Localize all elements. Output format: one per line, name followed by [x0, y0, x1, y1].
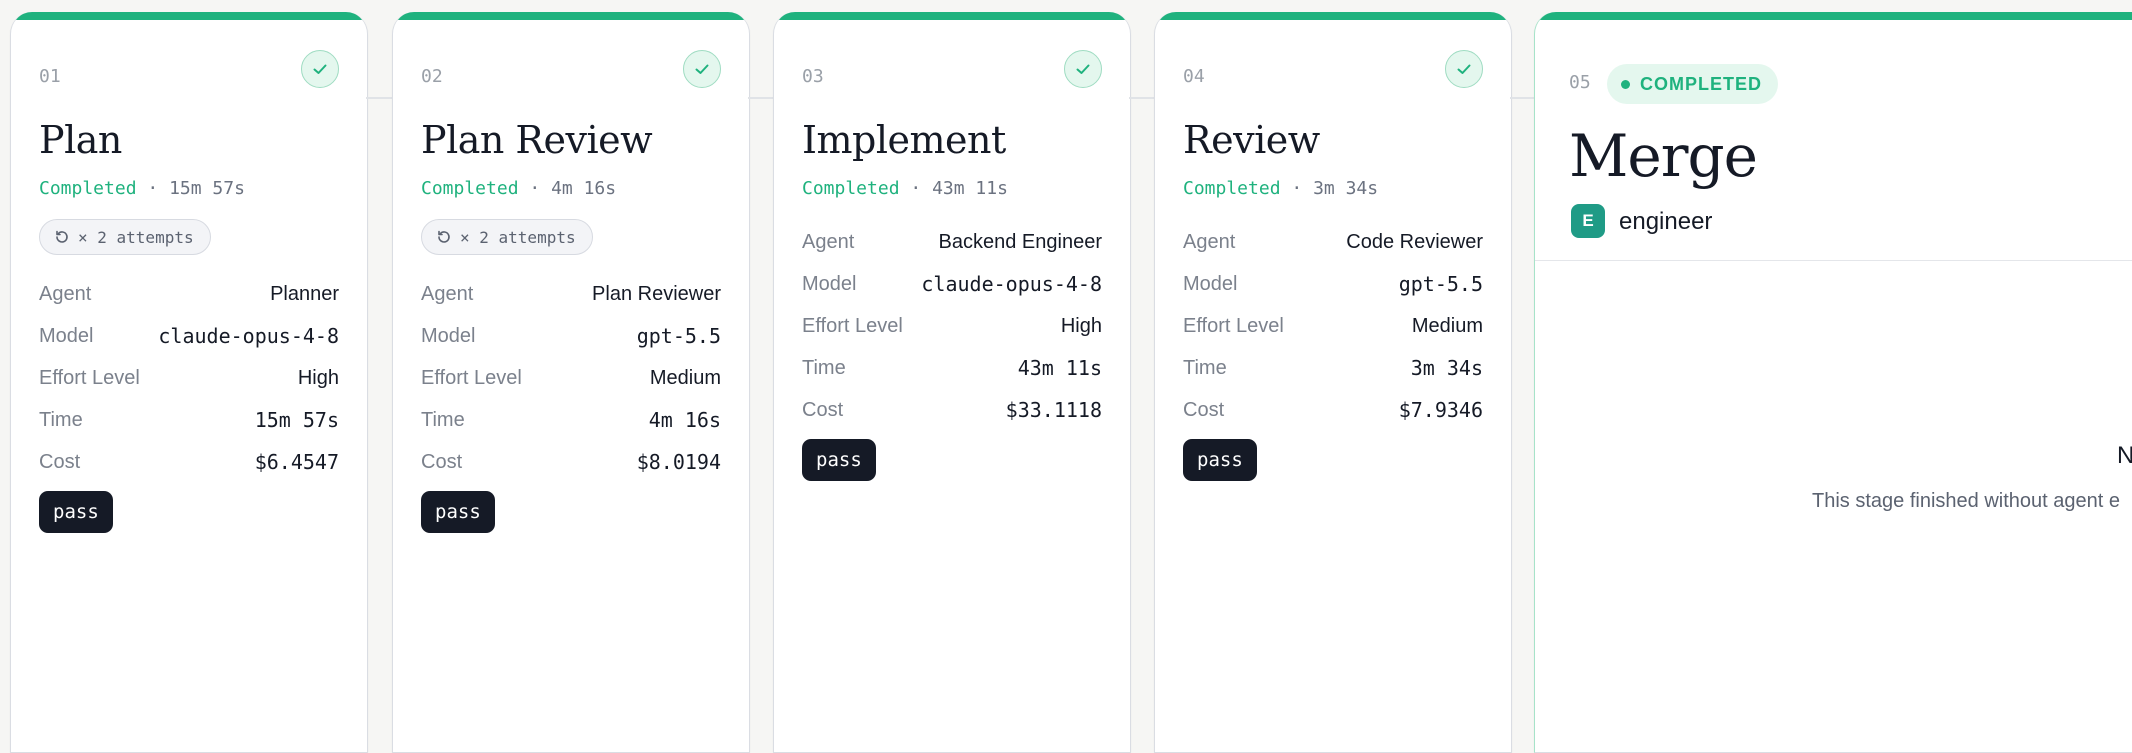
verdict-badge: pass [39, 491, 113, 533]
verdict-badge: pass [1183, 439, 1257, 481]
agent-row: Agent Planner [39, 282, 339, 305]
agent-row: Agent Backend Engineer [802, 230, 1102, 253]
effort-row: Effort Level High [802, 314, 1102, 337]
stage-connector [748, 97, 774, 99]
check-icon [1064, 50, 1102, 88]
attempts-label: × 2 attempts [78, 227, 194, 247]
retry-icon [56, 230, 68, 243]
time-row: Time 4m 16s [421, 408, 721, 432]
check-icon [683, 50, 721, 88]
time-row: Time 43m 11s [802, 356, 1102, 380]
cost-row: Cost $7.9346 [1183, 398, 1483, 422]
stage-number: 04 [1183, 66, 1205, 87]
model-row: Model claude-opus-4-8 [39, 324, 339, 348]
time-row: Time 15m 57s [39, 408, 339, 432]
stage-status: Completed · 43m 11s [802, 178, 1008, 199]
effort-row: Effort Level Medium [421, 366, 721, 389]
model-row: Model gpt-5.5 [421, 324, 721, 348]
retry-icon [438, 230, 450, 243]
stage-card-implement[interactable]: 03 Implement Completed · 43m 11s Agent Ba… [773, 12, 1131, 753]
attempts-badge[interactable]: × 2 attempts [39, 219, 211, 255]
attempts-label: × 2 attempts [460, 227, 576, 247]
status-badge: COMPLETED [1607, 64, 1779, 104]
empty-state-description: This stage finished without agent e [1812, 490, 2120, 512]
stage-details: Agent Plan Reviewer Model gpt-5.5 Effort L… [421, 273, 721, 533]
stage-details: Agent Planner Model claude-opus-4-8 Effort… [39, 273, 339, 533]
cost-row: Cost $8.0194 [421, 450, 721, 474]
stage-status: Completed · 15m 57s [39, 178, 245, 199]
stage-details: Agent Code Reviewer Model gpt-5.5 Effort L… [1183, 221, 1483, 481]
cost-row: Cost $6.4547 [39, 450, 339, 474]
stage-status: Completed · 3m 34s [1183, 178, 1379, 199]
stage-card-review[interactable]: 04 Review Completed · 3m 34s Agent Code R… [1154, 12, 1512, 753]
stage-title: Merge [1569, 122, 1758, 190]
stage-details: Agent Backend Engineer Model claude-opus-4… [802, 221, 1102, 481]
stage-number: 05 [1569, 72, 1591, 93]
cost-row: Cost $33.1118 [802, 398, 1102, 422]
check-icon [1445, 50, 1483, 88]
stage-number: 02 [421, 66, 443, 87]
effort-row: Effort Level High [39, 366, 339, 389]
stage-number: 01 [39, 66, 61, 87]
stage-card-merge[interactable]: 05 COMPLETED Merge E engineer N This sta… [1534, 12, 2132, 753]
stage-card-plan[interactable]: 01 Plan Completed · 15m 57s × 2 attempts… [10, 12, 368, 753]
stage-title: Implement [802, 118, 1006, 162]
agent-row: Agent Code Reviewer [1183, 230, 1483, 253]
stage-number: 03 [802, 66, 824, 87]
agent-row: Agent Plan Reviewer [421, 282, 721, 305]
stage-connector [1129, 97, 1155, 99]
avatar: E [1571, 204, 1605, 238]
stage-title: Review [1183, 118, 1320, 162]
stage-status: Completed · 4m 16s [421, 178, 617, 199]
agent-role: engineer [1619, 208, 1713, 235]
check-icon [301, 50, 339, 88]
stage-connector [366, 97, 392, 99]
stage-title: Plan [39, 118, 122, 162]
verdict-badge: pass [802, 439, 876, 481]
verdict-badge: pass [421, 491, 495, 533]
status-dot-icon [1621, 79, 1630, 89]
divider [1535, 260, 2132, 261]
model-row: Model claude-opus-4-8 [802, 272, 1102, 296]
stage-title: Plan Review [421, 118, 653, 162]
stage-connector [1510, 97, 1536, 99]
status-badge-label: COMPLETED [1640, 73, 1763, 94]
stage-card-plan-review[interactable]: 02 Plan Review Completed · 4m 16s × 2 at… [392, 12, 750, 753]
time-row: Time 3m 34s [1183, 356, 1483, 380]
model-row: Model gpt-5.5 [1183, 272, 1483, 296]
attempts-badge[interactable]: × 2 attempts [421, 219, 593, 255]
empty-state-title: N [2117, 442, 2132, 470]
effort-row: Effort Level Medium [1183, 314, 1483, 337]
